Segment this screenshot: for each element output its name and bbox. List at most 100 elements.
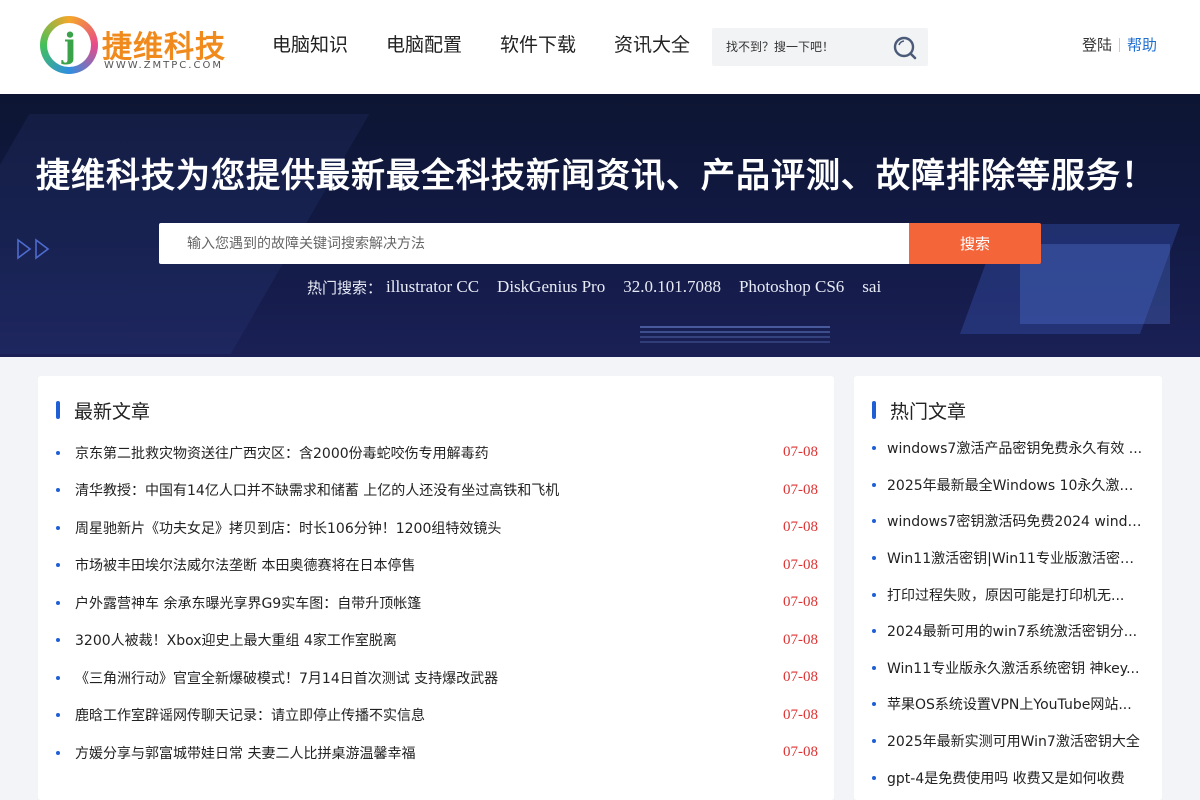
banner-search-input[interactable] — [159, 223, 909, 264]
list-item[interactable]: 京东第二批救灾物资送往广西灾区：含2000份毒蛇咬伤专用解毒药 07-08 — [56, 434, 818, 472]
list-item[interactable]: 2025年最新实测可用Win7激活密钥大全 — [872, 723, 1146, 760]
article-date: 07-08 — [783, 556, 818, 573]
list-item[interactable]: 户外露营神车 余承东曝光享界G9实车图：自带升顶帐篷 07-08 — [56, 584, 818, 622]
bullet — [56, 600, 60, 605]
list-item[interactable]: 3200人被裁！Xbox迎史上最大重组 4家工作室脱离 07-08 — [56, 622, 818, 660]
hot-search-item[interactable]: 32.0.101.7088 — [623, 277, 721, 297]
banner-decoration — [640, 326, 830, 328]
list-item[interactable]: 《三角洲行动》官宣全新爆破模式！7月14日首次测试 支持爆改武器 07-08 — [56, 659, 818, 697]
hot-articles-list: windows7激活产品密钥免费永久有效 ... 2025年最新最全Window… — [872, 430, 1146, 796]
article-title[interactable]: 打印过程失败，原因可能是打印机无... — [887, 585, 1146, 605]
bullet — [872, 739, 876, 744]
banner-search-button[interactable]: 搜索 — [909, 223, 1041, 264]
list-item[interactable]: 苹果OS系统设置VPN上YouTube网站... — [872, 686, 1146, 723]
article-date: 07-08 — [783, 631, 818, 648]
hot-search-item[interactable]: illustrator CC — [386, 277, 479, 297]
bullet — [872, 446, 876, 451]
article-title[interactable]: 2025年最新最全Windows 10永久激活... — [887, 475, 1146, 495]
bullet — [872, 519, 876, 524]
bullet — [56, 750, 60, 755]
bullet — [56, 525, 60, 530]
hot-articles-title: 热门文章 — [890, 400, 967, 423]
bullet — [872, 482, 876, 487]
latest-articles-title: 最新文章 — [74, 400, 151, 423]
list-item[interactable]: 2025年最新最全Windows 10永久激活... — [872, 467, 1146, 504]
banner-title: 捷维科技为您提供最新最全科技新闻资讯、产品评测、故障排除等服务！ — [36, 156, 1156, 196]
main-nav: 电脑知识 电脑配置 软件下载 资讯大全 — [272, 30, 690, 60]
list-item[interactable]: 市场被丰田埃尔法威尔法垄断 本田奥德赛将在日本停售 07-08 — [56, 547, 818, 585]
article-title[interactable]: 方媛分享与郭富城带娃日常 夫妻二人比拼桌游温馨幸福 — [75, 743, 755, 763]
latest-articles-panel: 最新文章 京东第二批救灾物资送往广西灾区：含2000份毒蛇咬伤专用解毒药 07-0… — [38, 376, 834, 800]
list-item[interactable]: Win11激活密钥|Win11专业版激活密钥... — [872, 540, 1146, 577]
article-title[interactable]: 清华教授：中国有14亿人口并不缺需求和储蓄 上亿的人还没有坐过高铁和飞机 — [75, 480, 755, 500]
login-link[interactable]: 登陆 — [1082, 34, 1112, 55]
hot-search-item[interactable]: sai — [862, 277, 881, 297]
bullet — [56, 563, 60, 568]
latest-articles-list: 京东第二批救灾物资送往广西灾区：含2000份毒蛇咬伤专用解毒药 07-08 清华教… — [56, 434, 818, 772]
banner-decoration — [1020, 244, 1170, 324]
section-marker — [56, 401, 60, 419]
site-logo[interactable]: j 捷维科技 WWW.ZMTPC.COM — [40, 16, 230, 76]
article-title[interactable]: 周星驰新片《功夫女足》拷贝到店：时长106分钟！1200组特效镜头 — [75, 518, 755, 538]
article-date: 07-08 — [783, 744, 818, 761]
bullet — [56, 488, 60, 493]
article-title[interactable]: 苹果OS系统设置VPN上YouTube网站... — [887, 694, 1146, 714]
article-date: 07-08 — [783, 669, 818, 686]
bullet — [872, 702, 876, 707]
double-chevron-right-icon — [17, 238, 50, 260]
list-item[interactable]: windows7激活产品密钥免费永久有效 ... — [872, 430, 1146, 467]
hot-search-item[interactable]: Photoshop CS6 — [739, 277, 844, 297]
bullet — [872, 775, 876, 780]
list-item[interactable]: 方媛分享与郭富城带娃日常 夫妻二人比拼桌游温馨幸福 07-08 — [56, 734, 818, 772]
nav-item-news[interactable]: 资讯大全 — [614, 30, 690, 60]
nav-item-computer-knowledge[interactable]: 电脑知识 — [272, 30, 348, 60]
article-date: 07-08 — [783, 519, 818, 536]
list-item[interactable]: 周星驰新片《功夫女足》拷贝到店：时长106分钟！1200组特效镜头 07-08 — [56, 509, 818, 547]
nav-item-software-download[interactable]: 软件下载 — [500, 30, 576, 60]
nav-item-computer-config[interactable]: 电脑配置 — [386, 30, 462, 60]
section-marker — [872, 401, 876, 419]
article-title[interactable]: 2025年最新实测可用Win7激活密钥大全 — [887, 731, 1146, 751]
article-title[interactable]: 鹿晗工作室辟谣网传聊天记录：请立即停止传播不实信息 — [75, 705, 755, 725]
article-title[interactable]: 《三角洲行动》官宣全新爆破模式！7月14日首次测试 支持爆改武器 — [75, 668, 755, 688]
site-header: j 捷维科技 WWW.ZMTPC.COM 电脑知识 电脑配置 软件下载 资讯大全… — [0, 0, 1200, 94]
bullet — [56, 713, 60, 718]
hot-search-label: 热门搜索： — [307, 278, 383, 297]
article-date: 07-08 — [783, 444, 818, 461]
list-item[interactable]: 清华教授：中国有14亿人口并不缺需求和储蓄 上亿的人还没有坐过高铁和飞机 07-0… — [56, 472, 818, 510]
list-item[interactable]: 2024最新可用的win7系统激活密钥分... — [872, 613, 1146, 650]
bullet — [872, 592, 876, 597]
list-item[interactable]: windows7密钥激活码免费2024 window... — [872, 503, 1146, 540]
list-item[interactable]: Win11专业版永久激活系统密钥 神key... — [872, 650, 1146, 687]
latest-articles-header: 最新文章 — [56, 398, 151, 423]
hot-search: 热门搜索： illustrator CC DiskGenius Pro 32.0… — [307, 276, 899, 298]
article-title[interactable]: windows7密钥激活码免费2024 window... — [887, 511, 1146, 531]
article-title[interactable]: Win11激活密钥|Win11专业版激活密钥... — [887, 548, 1146, 568]
article-title[interactable]: windows7激活产品密钥免费永久有效 ... — [887, 438, 1146, 458]
bullet — [56, 675, 60, 680]
list-item[interactable]: gpt-4是免费使用吗 收费又是如何收费 — [872, 759, 1146, 796]
auth-links: 登陆 帮助 — [1082, 34, 1157, 55]
header-search-input[interactable] — [712, 28, 888, 66]
bullet — [56, 638, 60, 643]
hot-search-item[interactable]: DiskGenius Pro — [497, 277, 605, 297]
bullet — [872, 556, 876, 561]
article-date: 07-08 — [783, 481, 818, 498]
bullet — [872, 665, 876, 670]
help-link[interactable]: 帮助 — [1127, 34, 1157, 55]
article-title[interactable]: 京东第二批救灾物资送往广西灾区：含2000份毒蛇咬伤专用解毒药 — [75, 443, 755, 463]
article-title[interactable]: 户外露营神车 余承东曝光享界G9实车图：自带升顶帐篷 — [75, 593, 755, 613]
article-title[interactable]: 2024最新可用的win7系统激活密钥分... — [887, 621, 1146, 641]
article-title[interactable]: 市场被丰田埃尔法威尔法垄断 本田奥德赛将在日本停售 — [75, 555, 755, 575]
auth-divider — [1119, 37, 1121, 52]
article-title[interactable]: 3200人被裁！Xbox迎史上最大重组 4家工作室脱离 — [75, 630, 755, 650]
article-title[interactable]: Win11专业版永久激活系统密钥 神key... — [887, 658, 1146, 678]
banner-search: 搜索 — [159, 223, 1041, 264]
hot-articles-panel: 热门文章 windows7激活产品密钥免费永久有效 ... 2025年最新最全W… — [854, 376, 1162, 800]
header-search — [712, 28, 928, 66]
list-item[interactable]: 打印过程失败，原因可能是打印机无... — [872, 576, 1146, 613]
list-item[interactable]: 鹿晗工作室辟谣网传聊天记录：请立即停止传播不实信息 07-08 — [56, 697, 818, 735]
article-title[interactable]: gpt-4是免费使用吗 收费又是如何收费 — [887, 768, 1146, 788]
search-icon[interactable] — [892, 35, 918, 61]
bullet — [56, 450, 60, 455]
